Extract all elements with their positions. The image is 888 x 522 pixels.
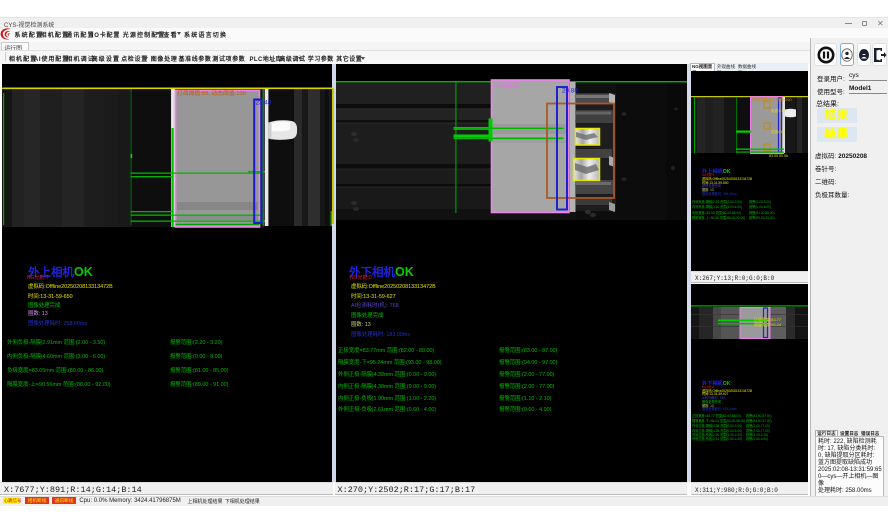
svg-text:宽度4.60: 宽度4.60 bbox=[771, 129, 785, 134]
svg-text:隔膜宽度:95.24: 隔膜宽度:95.24 bbox=[754, 321, 782, 327]
svg-text:负极宽度:93. 动态:100: 负极宽度:93. 动态:100 bbox=[752, 96, 792, 102]
svg-text:打荷阈值:93, 动态阈值:100: 打荷阈值:93, 动态阈值:100 bbox=[177, 89, 246, 97]
svg-text:AI检测框: AI检测框 bbox=[494, 81, 520, 90]
svg-text:宽度1.14: 宽度1.14 bbox=[771, 108, 785, 113]
svg-text:83.05 90.56: 83.05 90.56 bbox=[769, 154, 788, 158]
svg-text:20.88: 20.88 bbox=[562, 88, 578, 95]
svg-text:23.48: 23.48 bbox=[256, 100, 272, 107]
